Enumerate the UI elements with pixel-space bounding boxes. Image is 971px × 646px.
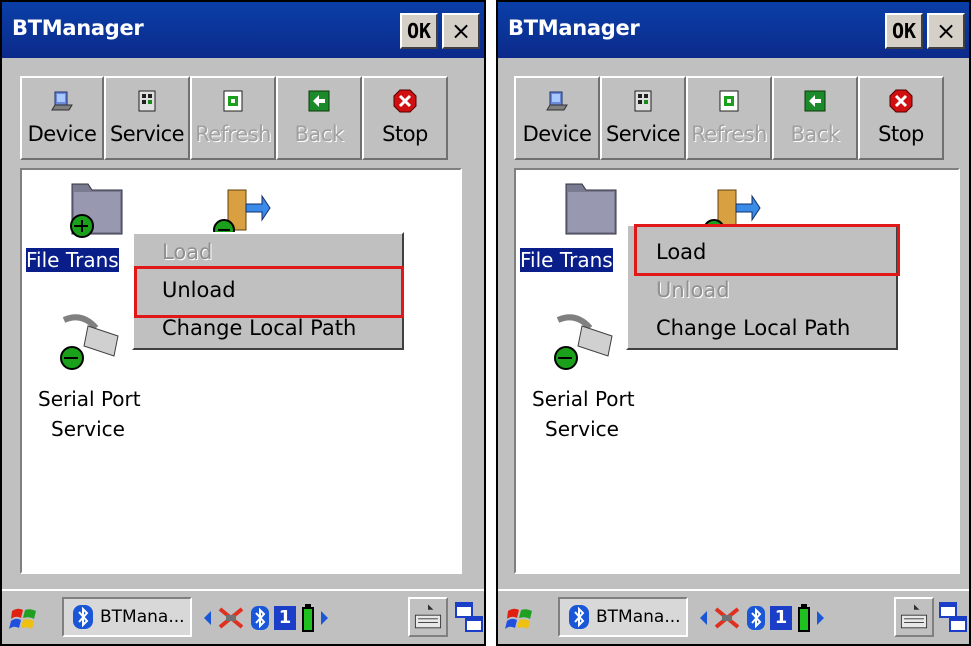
switch-window-icon[interactable] (938, 601, 968, 633)
toolbar: Device Service Refresh Back Stop (20, 76, 448, 160)
device-button[interactable]: Device (20, 76, 104, 160)
bluetooth-icon (569, 605, 589, 629)
system-tray: 1 (698, 599, 826, 637)
window-title: BTManager (12, 16, 144, 40)
input-mode-indicator[interactable]: 1 (274, 606, 296, 630)
menu-item-unload[interactable]: Unload (656, 278, 730, 302)
close-button[interactable]: × (442, 13, 480, 49)
network-disconnected-icon[interactable] (712, 605, 742, 631)
menu-item-change-local-path[interactable]: Change Local Path (162, 316, 356, 340)
folder-icon[interactable] (552, 176, 626, 240)
refresh-icon (223, 90, 243, 112)
keyboard-icon[interactable] (894, 597, 934, 637)
tray-right-arrow-icon[interactable] (320, 608, 330, 628)
menu-item-load[interactable]: Load (162, 240, 212, 264)
stop-button[interactable]: Stop (362, 76, 448, 160)
highlight-box (134, 266, 404, 318)
taskbar-task-label: BTMana... (596, 607, 681, 627)
battery-icon[interactable] (300, 603, 316, 633)
input-mode-indicator[interactable]: 1 (770, 606, 792, 630)
tray-bluetooth-icon[interactable] (746, 605, 766, 631)
start-windows-icon[interactable] (504, 603, 536, 635)
refresh-button[interactable]: Refresh (686, 76, 772, 160)
stop-label: Stop (382, 122, 428, 146)
refresh-button[interactable]: Refresh (190, 76, 276, 160)
file-transfer-item-label[interactable]: File Trans (25, 247, 120, 273)
service-list: File Trans Serial Port Service Load Unlo… (514, 168, 960, 574)
btmanager-screen-1: BTManager OK × Device Service Refresh Ba… (0, 0, 486, 646)
back-icon (804, 90, 826, 112)
taskbar-btmanager-button[interactable]: BTMana... (558, 597, 688, 637)
tray-bluetooth-icon[interactable] (250, 605, 270, 631)
keyboard-icon[interactable] (408, 597, 448, 637)
device-button[interactable]: Device (514, 76, 600, 160)
serial-plug-icon[interactable] (546, 310, 622, 374)
serial-port-service-label[interactable]: Serial Port Service (38, 384, 141, 444)
ok-button[interactable]: OK (400, 13, 438, 49)
battery-icon[interactable] (796, 603, 812, 633)
folder-icon[interactable] (58, 176, 132, 240)
refresh-label: Refresh (691, 122, 767, 146)
back-button[interactable]: Back (276, 76, 362, 160)
back-label: Back (294, 122, 344, 146)
tray-right-arrow-icon[interactable] (816, 608, 826, 628)
menu-item-change-local-path[interactable]: Change Local Path (656, 316, 850, 340)
title-bar: BTManager OK × (2, 2, 484, 58)
device-icon (546, 91, 568, 111)
stop-icon (393, 89, 417, 113)
stop-button[interactable]: Stop (858, 76, 944, 160)
title-bar: BTManager OK × (498, 2, 969, 58)
tray-left-arrow-icon[interactable] (698, 608, 708, 628)
back-label: Back (790, 122, 840, 146)
system-tray: 1 (202, 599, 330, 637)
back-icon (308, 90, 330, 112)
device-label: Device (522, 122, 592, 146)
service-list: File Trans Serial Port Service Load Unlo… (20, 168, 462, 574)
highlight-box (634, 224, 900, 276)
taskbar: BTMana... 1 (2, 589, 484, 646)
start-windows-icon[interactable] (8, 603, 40, 635)
service-icon (138, 90, 156, 112)
service-label: Service (109, 122, 185, 146)
serial-plug-icon[interactable] (52, 310, 128, 374)
taskbar-task-label: BTMana... (100, 607, 185, 627)
taskbar-btmanager-button[interactable]: BTMana... (62, 597, 192, 637)
file-transfer-item-label[interactable]: File Trans (519, 247, 614, 273)
close-button[interactable]: × (927, 13, 965, 49)
stop-label: Stop (878, 122, 924, 146)
service-icon (634, 90, 652, 112)
service-button[interactable]: Service (104, 76, 190, 160)
window-title: BTManager (508, 16, 640, 40)
refresh-label: Refresh (195, 122, 271, 146)
btmanager-screen-2: BTManager OK × Device Service Refresh Ba… (496, 0, 971, 646)
service-button[interactable]: Service (600, 76, 686, 160)
serial-port-service-label[interactable]: Serial Port Service (532, 384, 635, 444)
stop-icon (889, 89, 913, 113)
device-label: Device (27, 122, 97, 146)
tray-left-arrow-icon[interactable] (202, 608, 212, 628)
bluetooth-icon (73, 605, 93, 629)
refresh-icon (719, 90, 739, 112)
ok-button[interactable]: OK (885, 13, 923, 49)
device-icon (51, 91, 73, 111)
toolbar: Device Service Refresh Back Stop (514, 76, 944, 160)
back-button[interactable]: Back (772, 76, 858, 160)
service-label: Service (605, 122, 681, 146)
taskbar: BTMana... 1 (498, 589, 969, 646)
network-disconnected-icon[interactable] (216, 605, 246, 631)
switch-window-icon[interactable] (454, 601, 484, 633)
